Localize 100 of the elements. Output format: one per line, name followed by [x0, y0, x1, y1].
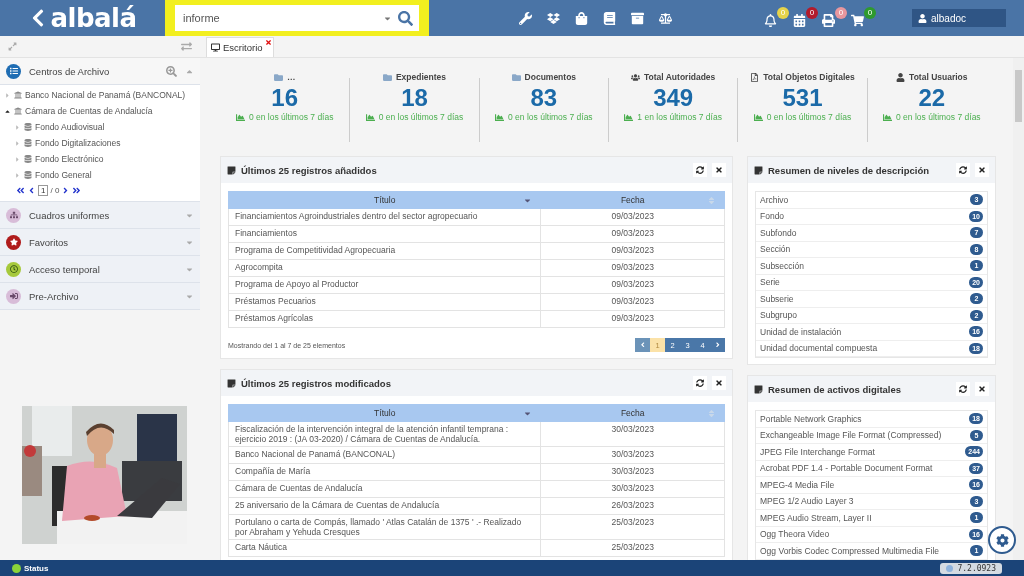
expand-toggle-icon[interactable]	[14, 139, 21, 147]
table-cell: Compañía de María	[228, 463, 541, 481]
expand-toggle-icon[interactable]	[14, 171, 21, 179]
stat-trend: 0 en los últimos 7 días	[766, 112, 852, 122]
stat-label: Total Autoridades	[644, 72, 716, 82]
panel-title: Últimos 25 registros modificados	[241, 377, 392, 389]
column-header[interactable]: Título	[228, 404, 541, 422]
area-chart-icon	[495, 112, 505, 122]
database-icon	[24, 171, 32, 179]
table-cell: Portulano o carta de Compás, llamado ' Atlas Catalán de 1375 ' .- Realizado por Abraham y Yehuda Cresques	[228, 514, 541, 540]
chevron-right-icon	[713, 341, 722, 349]
user-menu[interactable]: albadoc	[912, 9, 1006, 27]
refresh-button[interactable]	[956, 382, 970, 396]
stat-trend: 0 en los últimos 7 días	[248, 112, 334, 122]
area-chart-icon	[753, 112, 763, 122]
close-button[interactable]	[975, 163, 989, 177]
sort-icon	[707, 196, 716, 205]
refresh-button[interactable]	[956, 163, 970, 177]
book-icon[interactable]	[603, 11, 616, 25]
first-page-icon[interactable]	[16, 185, 25, 195]
note-icon	[754, 384, 763, 394]
table-cell: 09/03/2023	[541, 242, 725, 260]
tree-item[interactable]: Banco Nacional de Panamá (BANCONAL)	[25, 90, 186, 100]
stat-value: 22	[918, 84, 946, 112]
table-cell: Préstamos Pecuarios	[228, 293, 541, 311]
logo[interactable]: albalá	[50, 3, 137, 33]
table-cell: 30/03/2023	[541, 421, 725, 447]
panel-title: Resumen de activos digitales	[768, 383, 903, 395]
accordion-header[interactable]: Acceso temporal	[0, 256, 200, 283]
stat-label: Expedientes	[395, 72, 447, 82]
scale-icon[interactable]	[659, 11, 672, 25]
zoom-in-icon[interactable]	[166, 65, 177, 77]
refresh-button[interactable]	[693, 163, 707, 177]
table-cell: 09/03/2023	[541, 310, 725, 328]
bag-icon[interactable]	[575, 11, 588, 25]
sort-down-icon	[523, 196, 533, 205]
page-input[interactable]: 1	[38, 184, 49, 196]
last-page-icon[interactable]	[72, 185, 82, 195]
close-button[interactable]	[712, 163, 726, 177]
stat-trend: 0 en los últimos 7 días	[508, 112, 593, 122]
note-icon	[227, 165, 236, 175]
stat-label: Total Usuarios	[909, 72, 968, 82]
version-badge: 7.2.0923	[940, 562, 1002, 574]
expand-toggle-icon[interactable]	[14, 155, 21, 163]
accordion-header[interactable]: Cuadros uniformes	[0, 202, 200, 229]
tab[interactable]: Escritorio	[206, 37, 274, 57]
stat-label: Total Objetos Digitales	[763, 72, 855, 82]
scrollbar[interactable]	[1013, 58, 1024, 560]
area-chart-icon	[883, 112, 893, 122]
chevron-left-icon	[638, 341, 647, 349]
stat-label: …	[286, 72, 296, 82]
archive-icon[interactable]	[631, 11, 644, 25]
stat-trend: 1 en los últimos 7 días	[637, 112, 722, 122]
bank-icon	[14, 107, 22, 115]
close-icon	[978, 166, 986, 174]
table-cell: Carta Náutica	[228, 539, 541, 557]
stat-value: 16	[271, 84, 298, 112]
table-cell: 30/03/2023	[541, 463, 725, 481]
stat-label: Documentos	[524, 72, 577, 82]
close-icon[interactable]	[264, 39, 272, 46]
table-cell: Préstamos Agrícolas	[228, 310, 541, 328]
table-cell: Fiscalización de la intervención integral de la atención infantil temprana : ejercicio 2019 : (JA 03-2020) / Cámara de Cuentas de Andalucía.	[228, 421, 541, 447]
stat-value: 349	[653, 84, 694, 112]
previous-page-icon[interactable]	[27, 185, 36, 195]
table-cell: Financiamientos Agroindustriales dentro del sector agropecuario	[228, 208, 541, 226]
next-page-button[interactable]	[710, 338, 725, 352]
column-header[interactable]: Fecha	[541, 404, 725, 422]
close-button[interactable]	[975, 382, 989, 396]
refresh-button[interactable]	[693, 376, 707, 390]
close-button[interactable]	[712, 376, 726, 390]
expand-toggle-icon[interactable]	[14, 123, 21, 131]
table-cell: Programa de Apoyo al Productor	[228, 276, 541, 294]
table-cell: 09/03/2023	[541, 276, 725, 294]
refresh-icon	[696, 166, 704, 174]
tree-item[interactable]: Fondo Audiovisual	[35, 122, 105, 132]
table-cell: 25 aniversario de la Cámara de Cuentas de Andalucía	[228, 497, 541, 515]
stat-trend: 0 en los últimos 7 días	[896, 112, 981, 122]
status-indicator[interactable]: Status	[12, 563, 49, 573]
column-header[interactable]: Fecha	[541, 191, 725, 209]
box-icon[interactable]	[547, 11, 560, 25]
tree-item[interactable]: Fondo Electrónico	[35, 154, 104, 164]
tree-item[interactable]: Cámara de Cuentas de Andalucía	[25, 106, 153, 116]
search-icon[interactable]	[398, 10, 413, 26]
accordion-header[interactable]: Favoritos	[0, 229, 200, 256]
tree-item[interactable]: Fondo Digitalizaciones	[35, 138, 121, 148]
sort-down-icon	[523, 409, 533, 418]
table-cell: 09/03/2023	[541, 259, 725, 277]
table-cell: 25/03/2023	[541, 514, 725, 540]
tree-item[interactable]: Fondo General	[35, 170, 92, 180]
user-icon	[918, 13, 927, 23]
wrench-icon[interactable]	[519, 11, 532, 25]
expand-toggle-icon[interactable]	[4, 91, 11, 99]
refresh-icon	[696, 379, 704, 387]
table-cell: 30/03/2023	[541, 446, 725, 464]
close-icon	[715, 166, 723, 174]
note-icon	[754, 165, 763, 175]
count-badge: 0	[864, 6, 876, 19]
accordion-header[interactable]: Pre-Archivo	[0, 283, 200, 310]
column-header[interactable]: Título	[228, 191, 541, 209]
search-field[interactable]: informe	[175, 5, 419, 31]
